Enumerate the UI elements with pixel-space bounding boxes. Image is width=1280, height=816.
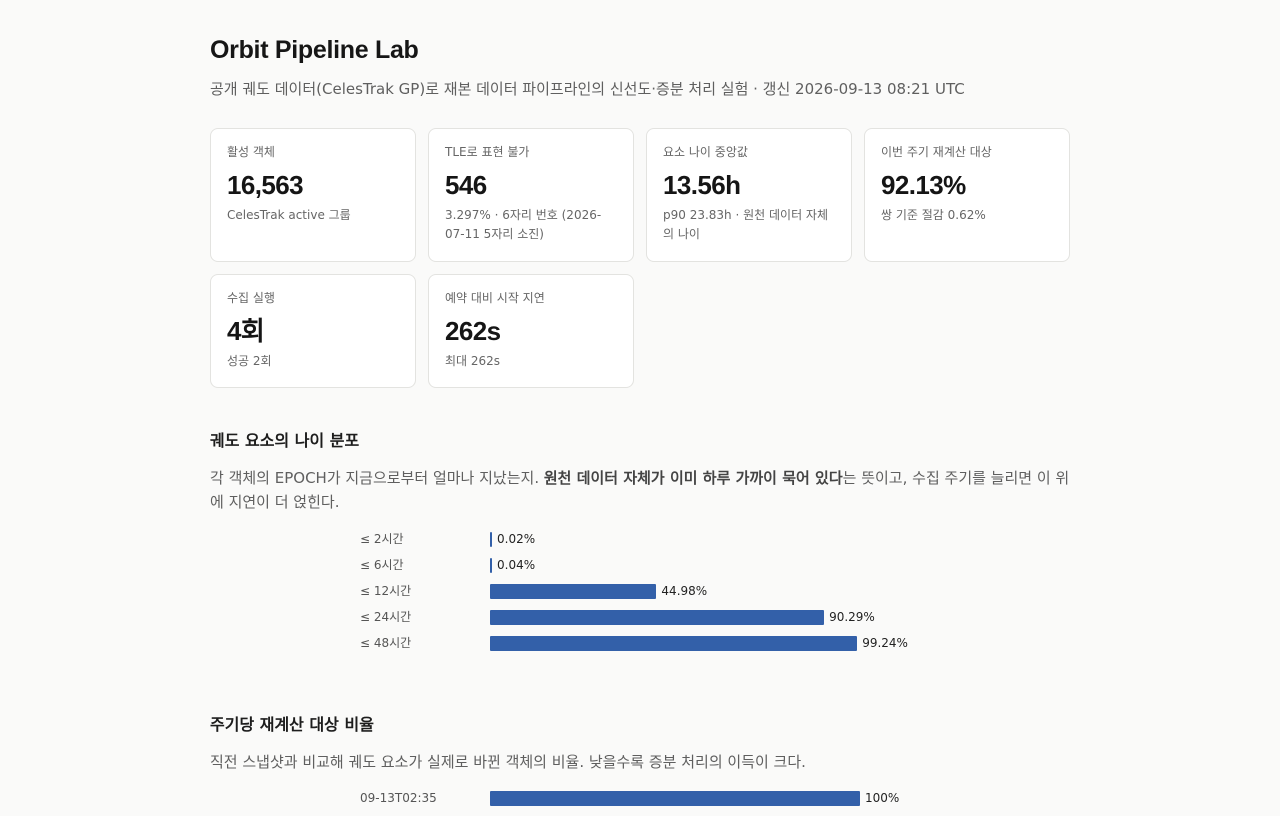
bar-value-label: 99.24%: [862, 636, 908, 650]
bar-row: ≤ 12시간 44.98%: [360, 583, 920, 599]
stat-card-recompute-target: 이번 주기 재계산 대상 92.13% 쌍 기준 절감 0.62%: [864, 128, 1070, 262]
bar-track: 100%: [490, 790, 899, 806]
page-subtitle: 공개 궤도 데이터(CelesTrak GP)로 재본 데이터 파이프라인의 신…: [210, 80, 965, 98]
recompute-ratio-chart: 09-13T02:35 100%: [360, 790, 920, 816]
bar: [490, 636, 858, 651]
age-distribution-chart: ≤ 2시간 0.02% ≤ 6시간 0.04% ≤ 12시간 44.98% ≤ 24시간 90…: [360, 531, 920, 661]
stat-label: 요소 나이 중앙값: [663, 145, 748, 159]
bar-track: 0.04%: [490, 557, 860, 573]
stat-label: 예약 대비 시작 지연: [445, 291, 545, 305]
bar-value-label: 0.04%: [497, 558, 536, 572]
stat-note: 최대 262s: [445, 354, 501, 368]
page-title: Orbit Pipeline Lab: [210, 36, 419, 64]
stat-note: CelesTrak active 그룹: [227, 208, 351, 222]
stat-value: 13.56h: [663, 170, 741, 200]
age-section-desc: 각 객체의 EPOCH가 지금으로부터 얼마나 지났는지. 원천 데이터 자체가…: [210, 466, 1070, 514]
bar-category-label: ≤ 6시간: [360, 558, 404, 572]
bar: [490, 532, 492, 547]
recompute-section-title: 주기당 재계산 대상 비율: [210, 715, 374, 734]
bar: [490, 584, 657, 599]
bar-row: ≤ 2시간 0.02%: [360, 531, 920, 547]
bar-value-label: 0.02%: [497, 532, 536, 546]
stat-value: 262s: [445, 316, 501, 346]
bar-category-label: ≤ 48시간: [360, 636, 412, 650]
bar-track: 0.02%: [490, 531, 860, 547]
bar-row: ≤ 24시간 90.29%: [360, 609, 920, 625]
bar-row: ≤ 6시간 0.04%: [360, 557, 920, 573]
stat-label: 수집 실행: [227, 291, 275, 305]
bar: [490, 791, 860, 806]
bar-track: 90.29%: [490, 609, 875, 625]
stat-card-tle-unrepresentable: TLE로 표현 불가 546 3.297% · 6자리 번호 (2026-07-…: [428, 128, 634, 262]
stat-note: p90 23.83h · 원천 데이터 자체의 나이: [663, 208, 829, 241]
bar-track: 44.98%: [490, 583, 860, 599]
stat-card-active-objects: 활성 객체 16,563 CelesTrak active 그룹: [210, 128, 416, 262]
stat-card-start-delay: 예약 대비 시작 지연 262s 최대 262s: [428, 274, 634, 388]
stat-note: 성공 2회: [227, 354, 272, 368]
bar-category-label: 09-13T02:35: [360, 791, 437, 805]
bar-value-label: 90.29%: [829, 610, 875, 624]
bar-track: 99.24%: [490, 635, 908, 651]
stat-label: 이번 주기 재계산 대상: [881, 145, 992, 159]
bar-category-label: ≤ 24시간: [360, 610, 412, 624]
bar: [490, 558, 492, 573]
bar-row: 09-13T02:35 100%: [360, 790, 920, 806]
stat-note: 쌍 기준 절감 0.62%: [881, 208, 986, 222]
stat-note: 3.297% · 6자리 번호 (2026-07-11 5자리 소진): [445, 208, 602, 241]
stat-value: 92.13%: [881, 170, 966, 200]
stat-card-ingest-runs: 수집 실행 4회 성공 2회: [210, 274, 416, 388]
bar-category-label: ≤ 12시간: [360, 584, 412, 598]
stat-value: 4회: [227, 316, 265, 346]
age-desc-text: 각 객체의 EPOCH가 지금으로부터 얼마나 지났는지.: [210, 469, 544, 487]
recompute-section-desc: 직전 스냅샷과 비교해 궤도 요소가 실제로 바뀐 객체의 비율. 낮을수록 증…: [210, 753, 806, 771]
stat-value: 16,563: [227, 170, 304, 200]
stat-card-median-age: 요소 나이 중앙값 13.56h p90 23.83h · 원천 데이터 자체의…: [646, 128, 852, 262]
bar-category-label: ≤ 2시간: [360, 532, 404, 546]
bar-value-label: 44.98%: [661, 584, 708, 598]
bar-row: ≤ 48시간 99.24%: [360, 635, 920, 651]
bar: [490, 610, 825, 625]
age-desc-emphasis: 원천 데이터 자체가 이미 하루 가까이 묵어 있다: [543, 469, 843, 487]
stat-label: TLE로 표현 불가: [445, 145, 530, 159]
age-section-title: 궤도 요소의 나이 분포: [210, 431, 360, 450]
stat-label: 활성 객체: [227, 145, 275, 159]
bar-value-label: 100%: [865, 791, 900, 805]
stat-value: 546: [445, 170, 487, 200]
